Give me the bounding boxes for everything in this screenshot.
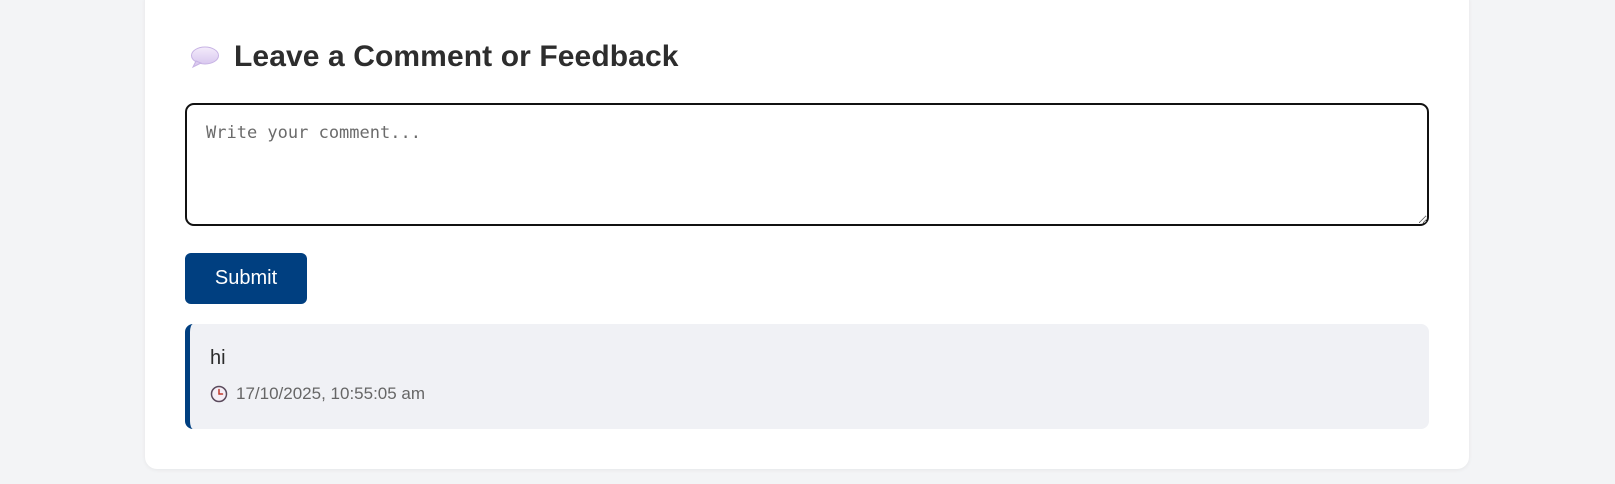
clock-icon	[210, 385, 228, 403]
speech-bubble-icon	[190, 45, 220, 69]
comment-timestamp: 17/10/2025, 10:55:05 am	[236, 384, 426, 403]
submit-button[interactable]: Submit	[185, 253, 307, 304]
comment-item: hi 17/10/2025, 10:55:05 am	[185, 324, 1429, 429]
comment-input[interactable]	[185, 103, 1429, 226]
comment-meta: 17/10/2025, 10:55:05 am	[210, 384, 425, 404]
page-title: Leave a Comment or Feedback	[234, 40, 679, 73]
comment-text: hi	[210, 347, 226, 369]
feedback-card: Leave a Comment or Feedback Submit hi 17…	[145, 0, 1469, 469]
feedback-header: Leave a Comment or Feedback	[190, 40, 679, 74]
